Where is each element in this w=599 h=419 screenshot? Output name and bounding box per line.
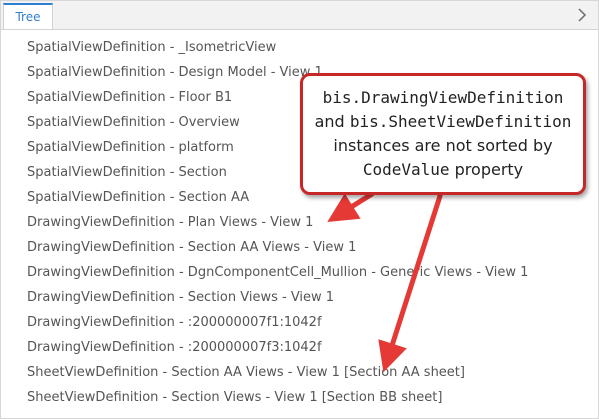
tree-item[interactable]: DrawingViewDefinition - Plan Views - Vie… <box>1 210 598 235</box>
tree-item[interactable]: DrawingViewDefinition - Section Views - … <box>1 285 598 310</box>
tree-panel: Tree SpatialViewDefinition - _IsometricV… <box>0 0 599 419</box>
tab-tree[interactable]: Tree <box>3 3 53 29</box>
chevron-right-icon[interactable] <box>574 7 590 23</box>
tree-item[interactable]: DrawingViewDefinition - Section AA Views… <box>1 235 598 260</box>
tree-item[interactable]: DrawingViewDefinition - :200000007f3:104… <box>1 335 598 360</box>
callout-line-3: instances are not sorted by <box>333 136 553 155</box>
callout-line-4-code: CodeValue <box>362 160 450 179</box>
callout-line-4: CodeValue property <box>363 158 523 182</box>
tree-item[interactable]: DrawingViewDefinition - :200000007f1:104… <box>1 310 598 335</box>
tree-item[interactable]: SheetViewDefinition - Section Views - Vi… <box>1 385 598 410</box>
tree-item[interactable]: SheetViewDefinition - Section AA Views -… <box>1 360 598 385</box>
callout-line-1: bis.DrawingViewDefinition <box>322 88 564 107</box>
callout-line-2-word: and <box>314 112 345 131</box>
callout-line-2-code: bis.SheetViewDefinition <box>349 112 572 131</box>
tree-item[interactable]: DrawingViewDefinition - DgnComponentCell… <box>1 260 598 285</box>
tree-item[interactable]: SpatialViewDefinition - _IsometricView <box>1 35 598 60</box>
annotation-callout: bis.DrawingViewDefinition and bis.SheetV… <box>300 73 586 195</box>
callout-line-2: and bis.SheetViewDefinition <box>315 110 572 134</box>
callout-line-4-word: property <box>454 160 524 179</box>
tab-bar: Tree <box>1 1 598 30</box>
